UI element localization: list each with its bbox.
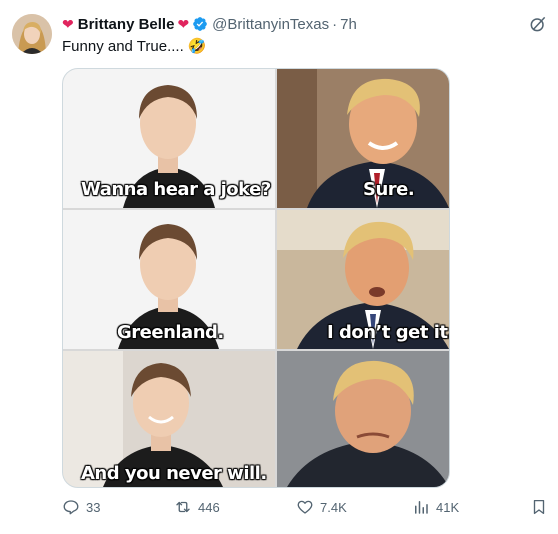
- meme-image[interactable]: Wanna hear a joke? Sure. Greenland. I do…: [62, 68, 450, 488]
- views-chart-icon: [415, 501, 428, 514]
- user-handle[interactable]: @BrittanyinTexas: [212, 16, 329, 33]
- tweet-actions: 33 446 7.4K 41K: [62, 498, 548, 520]
- repost-icon: [176, 501, 190, 513]
- grok-icon[interactable]: [528, 14, 548, 34]
- heart-icon: ❤: [177, 15, 190, 32]
- timestamp[interactable]: 7h: [340, 16, 357, 33]
- reply-count: 33: [86, 499, 101, 515]
- avatar-image: [12, 14, 52, 54]
- tweet-header: ❤ Brittany Belle ❤ @BrittanyinTexas · 7h: [62, 13, 546, 35]
- views-button[interactable]: 41K: [412, 498, 459, 516]
- tweet-body: Funny and True....: [62, 38, 184, 55]
- bookmark-button[interactable]: [530, 498, 554, 516]
- verified-badge-icon[interactable]: [192, 16, 208, 32]
- like-button[interactable]: 7.4K: [296, 498, 347, 516]
- heart-outline-icon: [297, 500, 313, 514]
- reply-button[interactable]: 33: [62, 498, 100, 516]
- views-count: 41K: [436, 499, 460, 515]
- caption-never-will: And you never will.: [81, 463, 267, 484]
- heart-icon: ❤: [62, 15, 74, 32]
- caption-sure: Sure.: [363, 179, 415, 200]
- caption-greenland: Greenland.: [117, 322, 224, 343]
- display-name[interactable]: Brittany Belle: [78, 16, 175, 33]
- meme-panel-man-3: [277, 351, 449, 487]
- repost-count: 446: [198, 499, 220, 515]
- avatar[interactable]: [12, 14, 52, 54]
- separator-dot: ·: [332, 15, 338, 33]
- repost-button[interactable]: 446: [174, 498, 220, 516]
- bookmark-icon: [533, 499, 545, 515]
- caption-dont-get-it: I don’t get it.: [327, 322, 450, 343]
- tweet-text: Funny and True.... 🤣: [62, 37, 207, 55]
- tweet-card[interactable]: ❤ Brittany Belle ❤ @BrittanyinTexas · 7h…: [0, 0, 558, 534]
- like-count: 7.4K: [320, 499, 347, 515]
- caption-joke: Wanna hear a joke?: [81, 179, 271, 200]
- laughing-emoji-icon: 🤣: [187, 38, 207, 55]
- man-portrait-image: [287, 360, 449, 487]
- reply-icon: [63, 500, 79, 515]
